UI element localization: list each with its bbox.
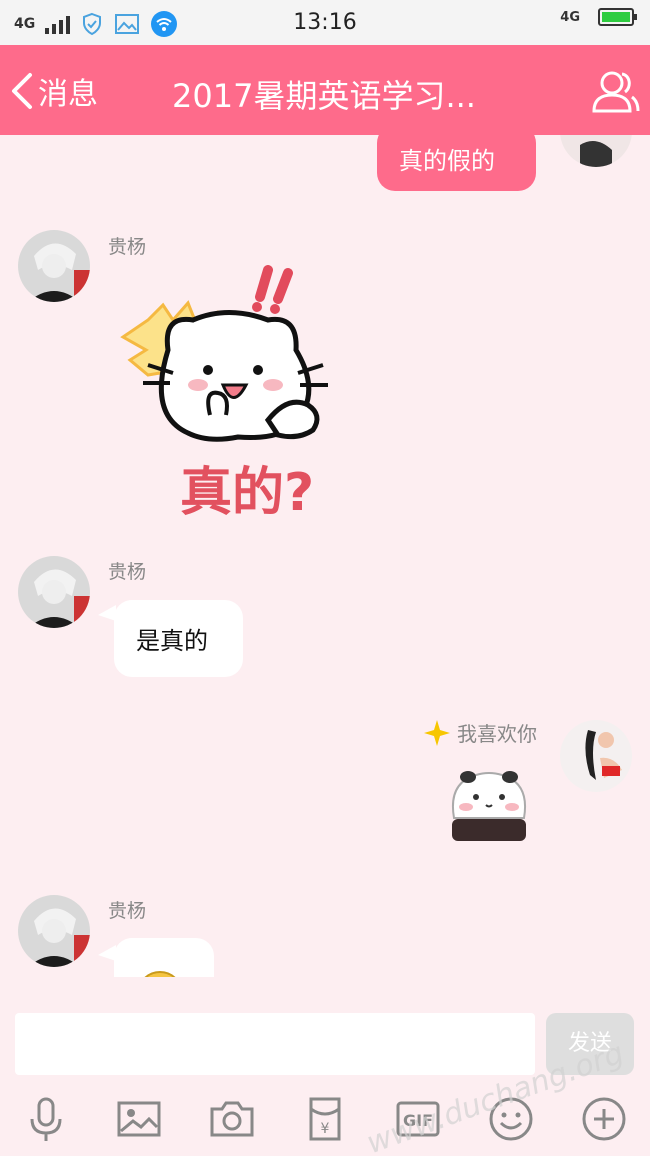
back-button[interactable]: 消息 (10, 69, 98, 113)
chat-header: 消息 2017暑期英语学习... (0, 45, 650, 135)
sticker-panda[interactable] (446, 763, 532, 849)
message-text: 是真的 (136, 627, 208, 655)
sticker-surprised-cat[interactable]: 真的? (118, 265, 340, 525)
sticker-caption: 真的? (180, 463, 314, 523)
avatar[interactable] (18, 230, 90, 302)
avatar[interactable] (18, 556, 90, 628)
status-right: 4G (560, 8, 637, 26)
chat-title: 2017暑期英语学习... (172, 77, 476, 115)
message-bubble[interactable]: 真的假的 (377, 135, 536, 191)
voice-button[interactable] (22, 1095, 70, 1143)
svg-text:¥: ¥ (321, 1121, 330, 1137)
message-list[interactable]: 真的假的 贵杨 真的? 贵杨 是真的 我喜欢你 贵杨 (0, 135, 650, 977)
more-button[interactable] (580, 1095, 628, 1143)
battery-icon (598, 8, 637, 26)
group-members-icon (592, 71, 640, 113)
network-type-label-right: 4G (560, 9, 580, 25)
status-bar: 4G 13:16 4G (0, 0, 650, 45)
sender-name: 贵杨 (108, 561, 147, 583)
sender-name: 贵杨 (108, 236, 147, 258)
album-button[interactable] (115, 1095, 163, 1143)
camera-button[interactable] (208, 1095, 256, 1143)
message-text: 真的假的 (399, 146, 495, 175)
group-members-button[interactable] (588, 65, 640, 117)
camera-icon (210, 1101, 254, 1137)
message-input[interactable] (15, 1013, 535, 1075)
sender-name: 贵杨 (108, 900, 147, 922)
star-badge-icon (424, 719, 450, 746)
clock: 13:16 (293, 10, 357, 35)
mic-icon (30, 1097, 62, 1141)
avatar[interactable] (560, 135, 632, 167)
input-toolbar: ¥ GIF (0, 1087, 650, 1156)
avatar[interactable] (560, 720, 632, 792)
emoji-face-icon (144, 971, 176, 977)
avatar[interactable] (18, 895, 90, 967)
back-label: 消息 (38, 77, 98, 112)
message-bubble[interactable] (114, 938, 214, 977)
message-bubble[interactable]: 是真的 (114, 600, 243, 677)
red-packet-icon: ¥ (309, 1097, 341, 1141)
image-icon (117, 1101, 161, 1137)
red-packet-button[interactable]: ¥ (301, 1095, 349, 1143)
plus-icon (582, 1097, 626, 1141)
sender-title: 我喜欢你 (423, 718, 537, 747)
chevron-left-icon (12, 73, 32, 109)
